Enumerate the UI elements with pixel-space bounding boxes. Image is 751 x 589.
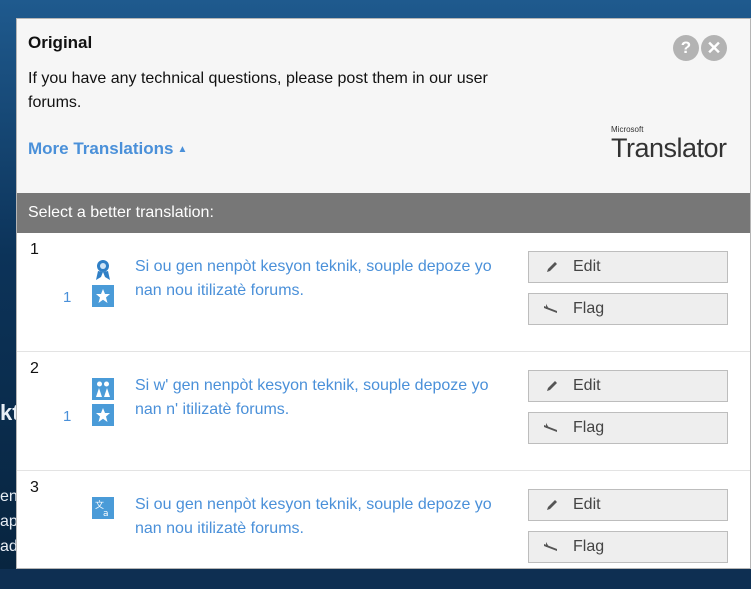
vote-count: 1 (63, 408, 72, 425)
edit-button[interactable]: Edit (528, 489, 728, 521)
flag-button[interactable]: Flag (528, 412, 728, 444)
edit-label: Edit (573, 496, 601, 513)
flag-label: Flag (573, 300, 605, 317)
translation-row: 2 1 Si w' gen nenpòt kesyon teknik, soup… (17, 352, 750, 471)
edit-label: Edit (573, 258, 601, 275)
original-section: Original If you have any technical quest… (17, 19, 750, 193)
translation-list: 1 1 Si ou gen nenpòt kesyon teknik, soup… (17, 233, 750, 589)
community-icon (92, 378, 114, 400)
pencil-icon (529, 260, 573, 274)
caret-up-icon: ▲ (177, 144, 188, 156)
close-button[interactable]: ✕ (701, 35, 727, 61)
flag-button[interactable]: Flag (528, 531, 728, 563)
flag-icon (529, 541, 573, 553)
svg-text:a: a (103, 509, 109, 517)
select-better-translation-bar: Select a better translation: (17, 193, 750, 233)
translator-logo: Translator (611, 133, 727, 163)
translation-text[interactable]: Si ou gen nenpòt kesyon teknik, souple d… (135, 255, 515, 303)
close-icon: ✕ (706, 37, 722, 58)
help-icon: ? (680, 38, 692, 57)
edit-button[interactable]: Edit (528, 251, 728, 283)
edit-label: Edit (573, 377, 601, 394)
translation-text[interactable]: Si w' gen nenpòt kesyon teknik, souple d… (135, 374, 515, 422)
original-text: If you have any technical questions, ple… (28, 70, 488, 111)
pencil-icon (529, 498, 573, 512)
translation-rank: 3 (30, 479, 39, 496)
flag-icon (529, 303, 573, 315)
edit-button[interactable]: Edit (528, 370, 728, 402)
star-rating-icon[interactable] (92, 404, 114, 426)
translation-rank: 1 (30, 241, 39, 258)
translation-row: 1 1 Si ou gen nenpòt kesyon teknik, soup… (17, 233, 750, 352)
vote-count: 1 (63, 289, 72, 306)
translator-popup: Original If you have any technical quest… (16, 18, 751, 569)
more-translations-label: More Translations (28, 139, 174, 158)
more-translations-link[interactable]: More Translations ▲ (28, 139, 187, 159)
help-button[interactable]: ? (673, 35, 699, 61)
flag-button[interactable]: Flag (528, 293, 728, 325)
star-rating-icon[interactable] (92, 285, 114, 307)
pencil-icon (529, 379, 573, 393)
ribbon-icon (92, 259, 114, 281)
flag-label: Flag (573, 538, 605, 555)
translation-rank: 2 (30, 360, 39, 377)
section-title: Original (28, 33, 93, 52)
machine-translation-icon: 文 a (92, 497, 114, 519)
flag-icon (529, 422, 573, 434)
translation-text[interactable]: Si ou gen nenpòt kesyon teknik, souple d… (135, 493, 515, 541)
flag-label: Flag (573, 419, 605, 436)
translation-row: 3 文 a Si ou gen nenpòt kesyon teknik, so… (17, 471, 750, 589)
